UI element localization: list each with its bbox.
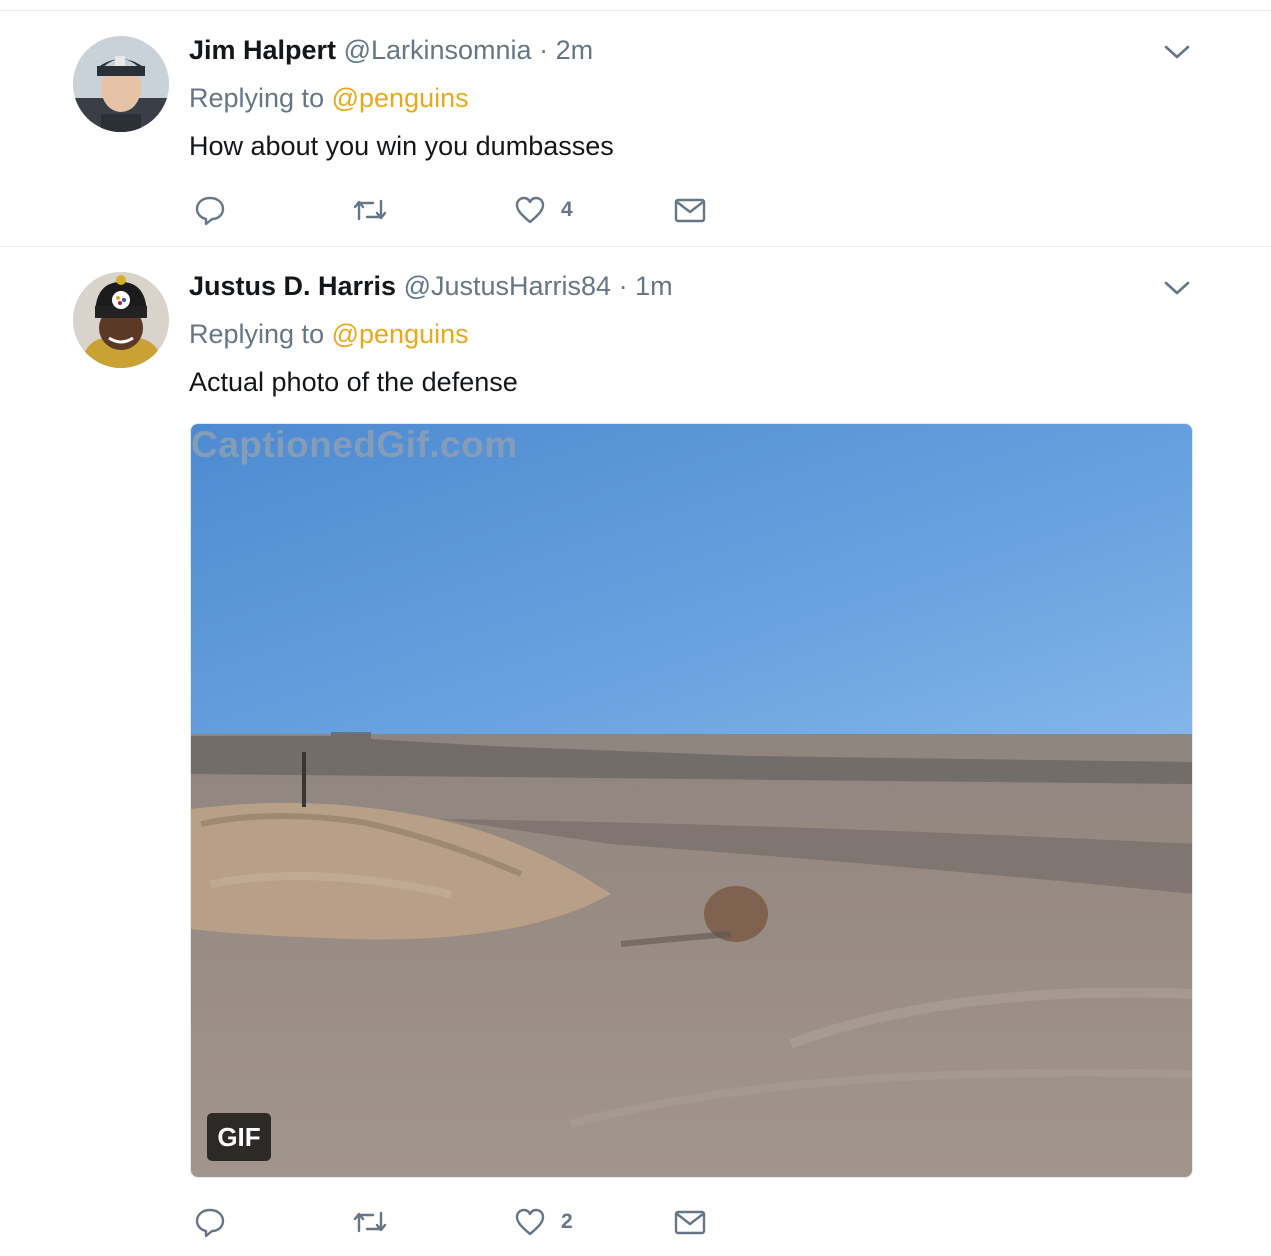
heart-icon: [513, 193, 547, 227]
direct-message-button[interactable]: [673, 190, 707, 230]
chevron-down-icon[interactable]: [1162, 278, 1192, 298]
reply-button[interactable]: [193, 1202, 241, 1242]
display-name[interactable]: Jim Halpert: [189, 35, 336, 65]
envelope-icon: [673, 193, 707, 227]
reply-icon: [193, 193, 227, 227]
like-button[interactable]: 4: [513, 190, 573, 230]
heart-icon: [513, 1205, 547, 1239]
timestamp[interactable]: 1m: [635, 271, 673, 301]
replying-prefix: Replying to: [189, 83, 325, 113]
tweet-text: Actual photo of the defense: [189, 367, 518, 397]
user-handle[interactable]: @JustusHarris84: [404, 271, 611, 301]
avatar[interactable]: [73, 36, 169, 132]
reply-button[interactable]: [193, 190, 241, 230]
user-handle[interactable]: @Larkinsomnia: [344, 35, 532, 65]
retweet-button[interactable]: [351, 190, 403, 230]
like-count: 2: [561, 1210, 573, 1233]
retweet-button[interactable]: [351, 1202, 403, 1242]
gif-badge: GIF: [207, 1113, 271, 1161]
retweet-icon: [351, 193, 389, 227]
separator: ·: [618, 271, 628, 301]
avatar[interactable]: [73, 272, 169, 368]
tweet-header: Justus D. Harris @JustusHarris84 · 1m: [189, 270, 673, 302]
separator: ·: [539, 35, 549, 65]
replying-to: Replying to @penguins: [189, 318, 469, 350]
replying-prefix: Replying to: [189, 319, 325, 349]
mention-link[interactable]: @penguins: [332, 83, 469, 113]
retweet-icon: [351, 1205, 389, 1239]
chevron-down-icon[interactable]: [1162, 42, 1192, 62]
timestamp[interactable]: 2m: [556, 35, 594, 65]
tweet-text: How about you win you dumbasses: [189, 131, 614, 161]
mention-link[interactable]: @penguins: [332, 319, 469, 349]
tweet-actions: 2: [189, 1202, 749, 1242]
media-watermark: CaptionedGif.com: [191, 424, 518, 465]
gif-media[interactable]: CaptionedGif.com GIF: [190, 423, 1193, 1178]
replying-to: Replying to @penguins: [189, 82, 469, 114]
tweet-header: Jim Halpert @Larkinsomnia · 2m: [189, 34, 593, 66]
reply-icon: [193, 1205, 227, 1239]
tweet[interactable]: Jim Halpert @Larkinsomnia · 2m Replying …: [0, 0, 1271, 246]
desert-landscape-image: [191, 424, 1192, 1177]
direct-message-button[interactable]: [673, 1202, 707, 1242]
like-count: 4: [561, 198, 573, 221]
display-name[interactable]: Justus D. Harris: [189, 271, 396, 301]
like-button[interactable]: 2: [513, 1202, 573, 1242]
tweet-actions: 4: [189, 190, 749, 230]
envelope-icon: [673, 1205, 707, 1239]
